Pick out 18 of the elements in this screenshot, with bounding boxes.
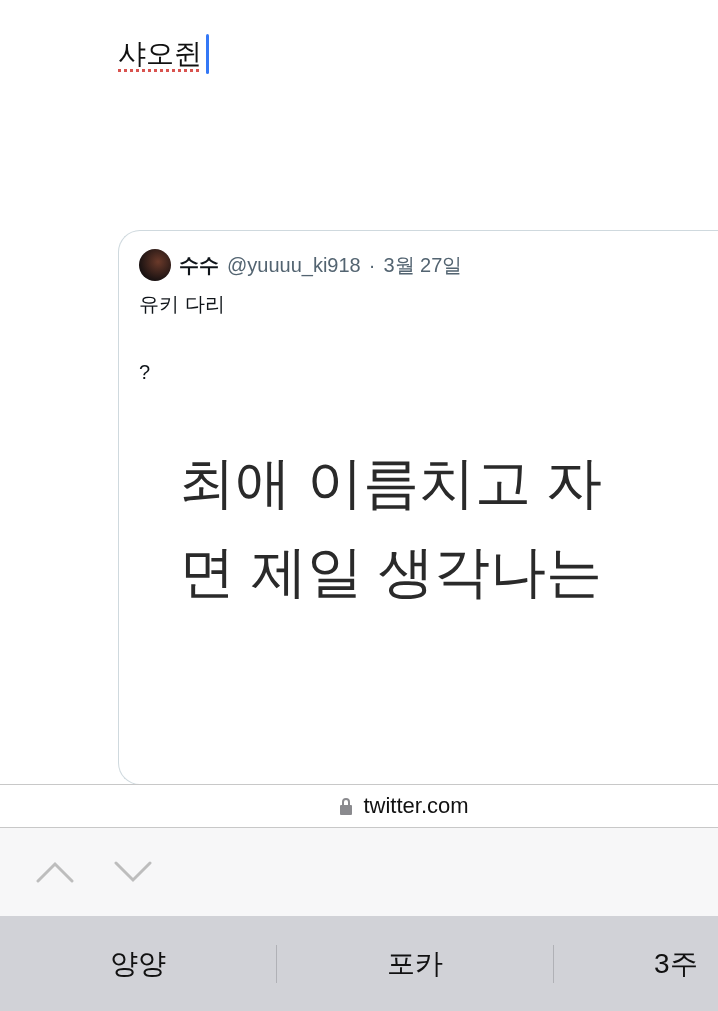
lock-icon (339, 797, 354, 815)
chevron-down-icon[interactable] (114, 861, 152, 883)
image-text: 최애 이름치고 자 (179, 450, 604, 516)
image-text: 면 제일 생각나는 (179, 538, 604, 605)
compose-text[interactable]: 샤오쥔 (118, 35, 202, 73)
separator: · (368, 253, 376, 277)
author-name: 수수 (179, 252, 219, 278)
author-handle: @yuuuu_ki918 (227, 253, 361, 277)
suggestion-item[interactable]: 3주 (654, 944, 698, 983)
chevron-up-icon[interactable] (36, 861, 74, 883)
tweet-date: 3월 27일 (383, 252, 463, 278)
suggestion-item[interactable]: 양양 (110, 944, 166, 983)
avatar (139, 249, 171, 281)
suggestion-item[interactable]: 포카 (387, 944, 443, 983)
tweet-text: 유키 다리 (139, 292, 226, 317)
address-domain[interactable]: twitter.com (363, 793, 469, 819)
text-cursor (206, 34, 209, 74)
tweet-text: ? (139, 361, 152, 385)
